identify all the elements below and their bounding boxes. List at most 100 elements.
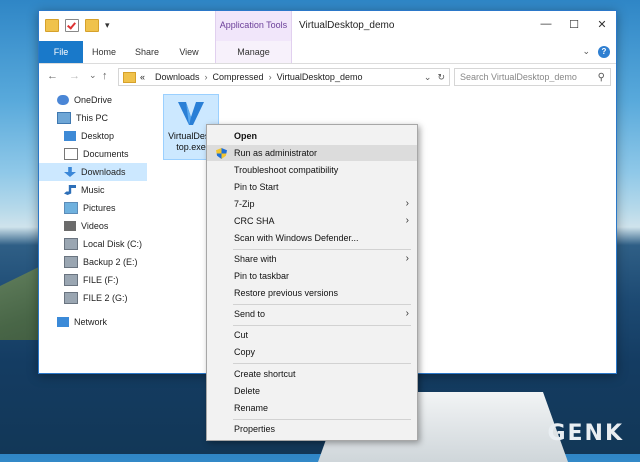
nav-item-desktop[interactable]: Desktop (39, 127, 147, 145)
nav-item-label: OneDrive (74, 95, 113, 105)
nav-item-label: FILE 2 (G:) (83, 293, 128, 303)
contextual-group-application-tools: Application Tools (215, 11, 292, 41)
maximize-icon: ☐ (569, 18, 579, 31)
submenu-arrow-icon: › (405, 253, 409, 264)
folder-icon[interactable] (45, 19, 59, 32)
menu-item-properties[interactable]: Properties (207, 421, 417, 437)
maximize-button[interactable]: ☐ (560, 11, 588, 37)
menu-item-crc-sha[interactable]: CRC SHA › (207, 213, 417, 229)
nav-item-onedrive[interactable]: OneDrive (39, 91, 147, 109)
nav-item-label: Local Disk (C:) (83, 239, 143, 249)
tab-share[interactable]: Share (125, 41, 169, 63)
breadcrumb-separator: › (204, 72, 208, 82)
up-arrow-icon[interactable]: ↑ (102, 70, 108, 82)
nav-item-file-f[interactable]: FILE (F:) (39, 271, 147, 289)
refresh-icon[interactable]: ↻ (437, 72, 445, 83)
computer-icon (57, 112, 71, 124)
videos-icon (64, 221, 76, 231)
menu-item-create-shortcut[interactable]: Create shortcut (207, 366, 417, 382)
navigation-bar: ← → ⌄ ↑ « Downloads › Compressed › Virtu… (39, 64, 616, 88)
context-menu: Open Run as administrator Troubleshoot c… (206, 124, 418, 441)
menu-item-run-as-administrator[interactable]: Run as administrator (207, 145, 417, 161)
menu-item-open[interactable]: Open (207, 128, 417, 144)
nav-item-backup-2-e[interactable]: Backup 2 (E:) (39, 253, 147, 271)
nav-item-label: Network (74, 317, 108, 327)
nav-item-label: Downloads (81, 167, 126, 177)
help-icon[interactable]: ? (598, 46, 610, 58)
nav-item-file-2-g[interactable]: FILE 2 (G:) (39, 289, 147, 307)
menu-separator (233, 363, 411, 364)
properties-check-icon[interactable] (65, 19, 79, 32)
address-dropdown-icon[interactable]: ⌄ (424, 72, 432, 83)
search-box[interactable]: Search VirtualDesktop_demo ⚲ (454, 68, 611, 86)
window-title: VirtualDesktop_demo (299, 20, 395, 31)
contextual-group-label: Application Tools (219, 20, 288, 30)
menu-item-share-with[interactable]: Share with › (207, 251, 417, 267)
disk-icon (64, 238, 78, 250)
ribbon-tabs: File Home Share View Manage ⌄ ? (39, 41, 616, 64)
address-folder-icon (123, 71, 136, 83)
search-input[interactable]: Search VirtualDesktop_demo (455, 72, 577, 82)
menu-item-scan-with-windows-defender[interactable]: Scan with Windows Defender... (207, 230, 417, 246)
menu-item-troubleshoot-compatibility[interactable]: Troubleshoot compatibility (207, 162, 417, 178)
nav-item-documents[interactable]: Documents (39, 145, 147, 163)
menu-item-pin-to-taskbar[interactable]: Pin to taskbar (207, 268, 417, 284)
nav-item-videos[interactable]: Videos (39, 217, 147, 235)
customize-toolbar-icon[interactable]: ▾ (105, 20, 110, 31)
nav-item-label: Desktop (81, 131, 115, 141)
recent-locations-chevron-icon[interactable]: ⌄ (89, 70, 97, 81)
menu-item-cut[interactable]: Cut (207, 327, 417, 343)
pictures-icon (64, 202, 78, 214)
nav-item-label: Documents (83, 149, 129, 159)
breadcrumb-overflow[interactable]: « (140, 72, 145, 82)
menu-item-7-zip[interactable]: 7-Zip › (207, 196, 417, 212)
menu-item-rename[interactable]: Rename (207, 400, 417, 416)
menu-item-copy[interactable]: Copy (207, 344, 417, 360)
minimize-button[interactable]: — (532, 11, 560, 37)
nav-item-local-disk-c[interactable]: Local Disk (C:) (39, 235, 147, 253)
quick-access-toolbar: ▾ (45, 19, 110, 32)
breadcrumb-separator: › (268, 72, 272, 82)
expand-ribbon-icon[interactable]: ⌄ (582, 46, 590, 58)
menu-item-restore-previous-versions[interactable]: Restore previous versions (207, 285, 417, 301)
address-bar[interactable]: « Downloads › Compressed › VirtualDeskto… (118, 68, 450, 86)
nav-item-downloads[interactable]: Downloads (39, 163, 147, 181)
submenu-arrow-icon: › (405, 308, 409, 319)
nav-item-network[interactable]: Network (39, 313, 147, 331)
nav-item-this-pc[interactable]: This PC (39, 109, 147, 127)
back-arrow-icon[interactable]: ← (47, 70, 58, 82)
nav-item-label: Pictures (83, 203, 116, 213)
tab-home[interactable]: Home (83, 41, 125, 63)
disk-icon (64, 292, 78, 304)
breadcrumb-downloads[interactable]: Downloads (155, 72, 200, 82)
menu-item-delete[interactable]: Delete (207, 383, 417, 399)
virtualdesktop-exe-icon (178, 102, 204, 125)
navigation-pane: OneDrive This PC Desktop Documents Downl… (39, 91, 147, 373)
minimize-icon: — (540, 18, 552, 30)
nav-item-music[interactable]: Music (39, 181, 147, 199)
tab-manage[interactable]: Manage (215, 41, 292, 63)
watermark-logo: GENK (547, 421, 624, 446)
address-actions: ⌄ ↻ (424, 72, 449, 83)
nav-item-label: Music (81, 185, 105, 195)
breadcrumb-compressed[interactable]: Compressed (213, 72, 264, 82)
close-button[interactable]: ✕ (588, 11, 616, 37)
disk-icon (64, 274, 78, 286)
tab-view[interactable]: View (169, 41, 209, 63)
menu-item-pin-to-start[interactable]: Pin to Start (207, 179, 417, 195)
nav-item-label: FILE (F:) (83, 275, 119, 285)
title-bar: ▾ Application Tools VirtualDesktop_demo … (39, 11, 616, 41)
nav-item-pictures[interactable]: Pictures (39, 199, 147, 217)
menu-item-send-to[interactable]: Send to › (207, 306, 417, 322)
nav-item-label: Backup 2 (E:) (83, 257, 138, 267)
breadcrumb-virtualdesktop-demo[interactable]: VirtualDesktop_demo (277, 72, 363, 82)
tab-file[interactable]: File (39, 41, 83, 63)
nav-item-label: This PC (76, 113, 109, 123)
window-controls: — ☐ ✕ (532, 11, 616, 37)
close-icon: ✕ (597, 18, 607, 31)
new-folder-icon[interactable] (85, 19, 99, 32)
nav-item-label: Videos (81, 221, 109, 231)
menu-separator (233, 304, 411, 305)
search-icon: ⚲ (597, 71, 605, 83)
forward-arrow-icon[interactable]: → (69, 70, 80, 82)
